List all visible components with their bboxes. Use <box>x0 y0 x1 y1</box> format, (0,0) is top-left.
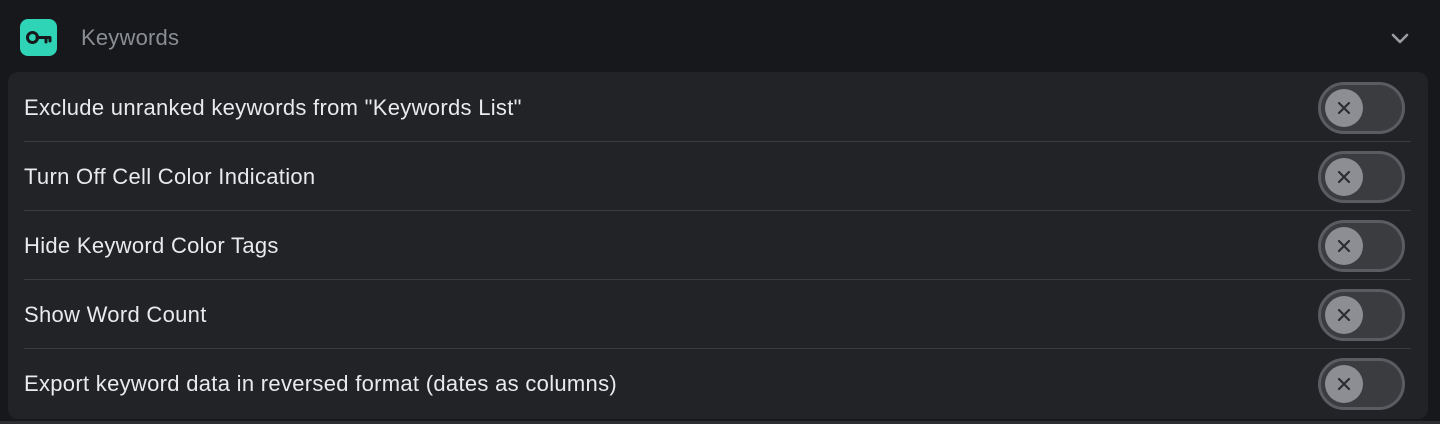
toggle-knob <box>1325 158 1363 196</box>
setting-row-cell-color: Turn Off Cell Color Indication <box>8 143 1428 211</box>
color-tags-toggle[interactable] <box>1318 220 1405 272</box>
setting-row-word-count: Show Word Count <box>8 281 1428 349</box>
setting-label: Show Word Count <box>24 302 207 327</box>
exclude-unranked-toggle[interactable] <box>1318 82 1405 134</box>
row-divider <box>24 210 1411 211</box>
setting-label: Exclude unranked keywords from "Keywords… <box>24 95 522 120</box>
row-divider <box>24 348 1411 349</box>
toggle-knob <box>1325 365 1363 403</box>
settings-panel: Exclude unranked keywords from "Keywords… <box>8 72 1428 419</box>
cell-color-toggle[interactable] <box>1318 151 1405 203</box>
row-divider <box>24 279 1411 280</box>
setting-label: Hide Keyword Color Tags <box>24 233 279 258</box>
setting-row-reversed-export: Export keyword data in reversed format (… <box>8 350 1428 418</box>
reversed-export-toggle[interactable] <box>1318 358 1405 410</box>
close-icon <box>1337 170 1351 184</box>
close-icon <box>1337 101 1351 115</box>
section-title: Keywords <box>81 25 180 50</box>
section-header[interactable]: Keywords <box>0 0 1440 72</box>
chevron-down-icon[interactable] <box>1386 24 1414 52</box>
toggle-knob <box>1325 227 1363 265</box>
setting-row-exclude-unranked: Exclude unranked keywords from "Keywords… <box>8 74 1428 142</box>
close-icon <box>1337 377 1351 391</box>
setting-label: Turn Off Cell Color Indication <box>24 164 316 189</box>
setting-row-color-tags: Hide Keyword Color Tags <box>8 212 1428 280</box>
toggle-knob <box>1325 296 1363 334</box>
row-divider <box>24 141 1411 142</box>
word-count-toggle[interactable] <box>1318 289 1405 341</box>
setting-label: Export keyword data in reversed format (… <box>24 371 618 396</box>
close-icon <box>1337 308 1351 322</box>
close-icon <box>1337 239 1351 253</box>
key-icon <box>20 19 57 56</box>
toggle-knob <box>1325 89 1363 127</box>
